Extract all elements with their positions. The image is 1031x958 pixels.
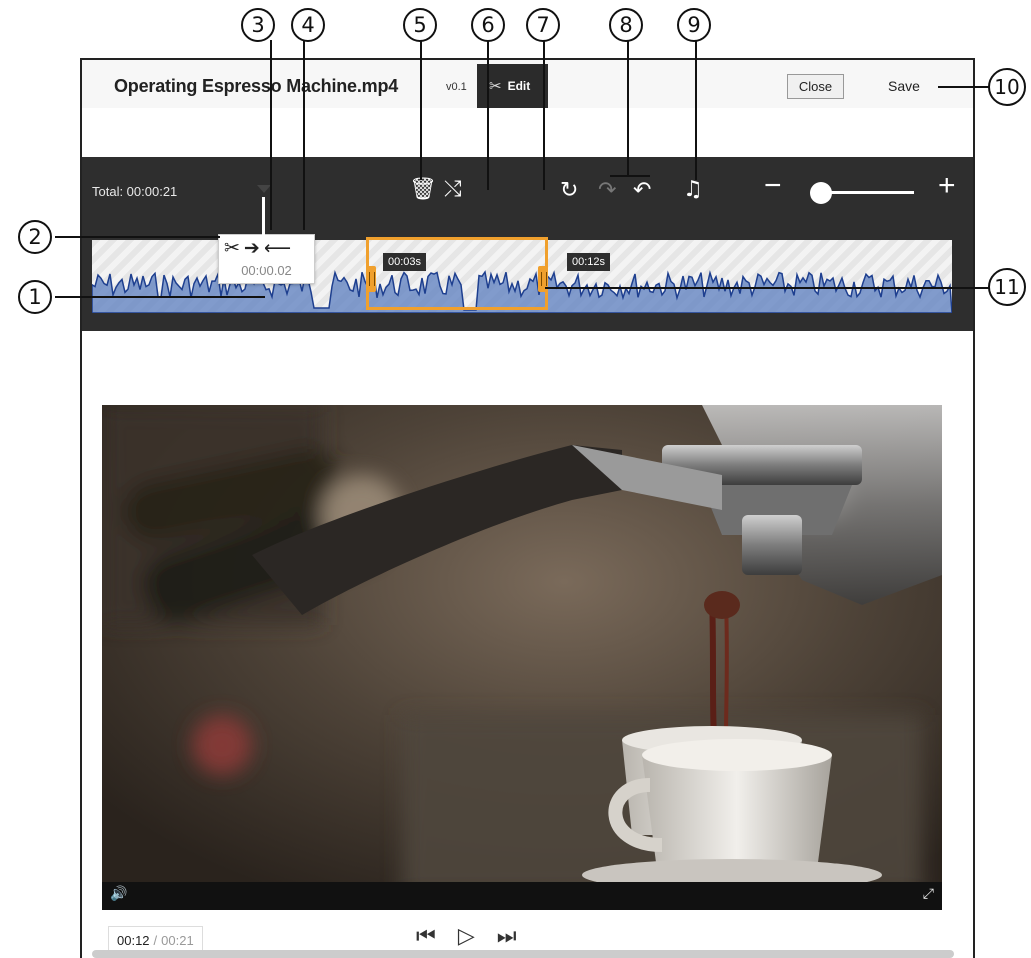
current-time: 00:12 — [117, 933, 150, 948]
move-left-icon[interactable]: ⟵ — [264, 237, 291, 259]
zoom-slider-thumb[interactable] — [810, 182, 832, 204]
total-duration: Total: 00:00:21 — [92, 184, 178, 199]
playhead[interactable] — [262, 197, 265, 267]
redo-icon[interactable]: ↷ — [598, 180, 616, 202]
zoom-out-button[interactable]: − — [764, 171, 782, 201]
segment-start-handle[interactable] — [366, 266, 376, 292]
top-bar: Operating Espresso Machine.mp4 v0.1 ✂ Ed… — [82, 60, 973, 108]
time-separator: / — [153, 933, 158, 948]
segment-a-label: 00:03s — [383, 253, 427, 271]
undo-icon[interactable]: ↶ — [633, 180, 651, 202]
music-note-icon[interactable]: ♫ — [683, 179, 703, 201]
callout-10: 10 — [988, 68, 1026, 106]
callout-line-5 — [420, 40, 422, 180]
zoom-in-button[interactable]: + — [938, 171, 956, 201]
fullscreen-icon[interactable]: ⤢ — [923, 886, 934, 902]
video-preview[interactable]: 🔊 ⤢ — [102, 405, 942, 910]
callout-1: 1 — [18, 280, 52, 314]
callout-line-9 — [695, 40, 697, 180]
file-title: Operating Espresso Machine.mp4 — [114, 76, 399, 96]
skip-forward-icon[interactable]: ⏭ — [497, 924, 517, 949]
callout-2: 2 — [18, 220, 52, 254]
edit-tab-label: Edit — [507, 79, 531, 93]
callout-bracket-8 — [610, 175, 650, 177]
trash-icon[interactable]: 🗑 — [409, 179, 437, 201]
selected-segment[interactable] — [366, 237, 548, 310]
video-editor-window: Operating Espresso Machine.mp4 v0.1 ✂ Ed… — [80, 58, 975, 958]
screenshot-stage: Operating Espresso Machine.mp4 v0.1 ✂ Ed… — [0, 0, 1031, 958]
playback-controls: ⏮ ▷ ⏭ — [416, 924, 517, 949]
skip-back-icon[interactable]: ⏮ — [416, 924, 436, 949]
callout-line-7 — [543, 40, 545, 190]
callout-7: 7 — [526, 8, 560, 42]
callout-line-2 — [55, 236, 220, 238]
callout-line-3 — [270, 40, 272, 230]
video-control-bar: 🔊 ⤢ — [102, 882, 942, 910]
espresso-scene-image — [102, 405, 942, 910]
cut-time: 00:00.02 — [241, 263, 292, 278]
horizontal-scrollbar[interactable] — [92, 950, 954, 958]
volume-icon[interactable]: 🔊 — [110, 886, 127, 902]
callout-6: 6 — [471, 8, 505, 42]
scissors-icon[interactable]: ✂ — [224, 237, 240, 259]
timeline-editor: Total: 00:00:21 🗑 ⤭ ↻ ↷ ↶ ♫ − + 00:03s 0… — [82, 157, 973, 331]
reset-icon[interactable]: ↻ — [560, 180, 578, 202]
callout-5: 5 — [403, 8, 437, 42]
move-right-icon[interactable]: ➔ — [244, 237, 260, 259]
callout-line-6 — [487, 40, 489, 190]
total-time: 00:21 — [161, 933, 194, 948]
play-icon[interactable]: ▷ — [458, 924, 475, 949]
shuffle-icon[interactable]: ⤭ — [444, 179, 462, 201]
callout-4: 4 — [291, 8, 325, 42]
callout-9: 9 — [677, 8, 711, 42]
scissors-icon: ✂ — [489, 78, 502, 95]
close-button[interactable]: Close — [787, 74, 844, 99]
callout-3: 3 — [241, 8, 275, 42]
callout-line-4 — [303, 40, 305, 230]
segment-b-label: 00:12s — [567, 253, 611, 271]
version-label: v0.1 — [446, 81, 467, 93]
callout-line-10 — [938, 86, 990, 88]
callout-8: 8 — [609, 8, 643, 42]
callout-line-11 — [545, 287, 989, 289]
callout-line-1 — [55, 296, 265, 298]
playhead-marker[interactable] — [257, 185, 271, 193]
callout-line-8 — [627, 40, 629, 175]
cut-popup: ✂ ➔ ⟵ 00:00.02 — [218, 234, 315, 284]
callout-11: 11 — [988, 268, 1026, 306]
save-button[interactable]: Save — [888, 78, 920, 94]
